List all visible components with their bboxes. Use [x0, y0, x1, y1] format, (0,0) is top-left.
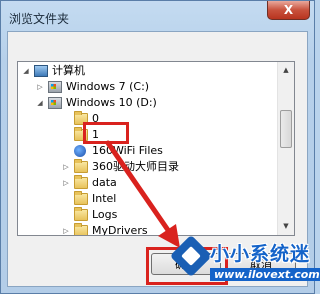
watermark-url: www.ilovext.com: [210, 268, 320, 281]
watermark-logo-icon: [169, 234, 213, 278]
watermark-title: 小小系统迷: [210, 243, 311, 265]
site-watermark: 小小系统迷 www.ilovext.com: [169, 234, 320, 294]
